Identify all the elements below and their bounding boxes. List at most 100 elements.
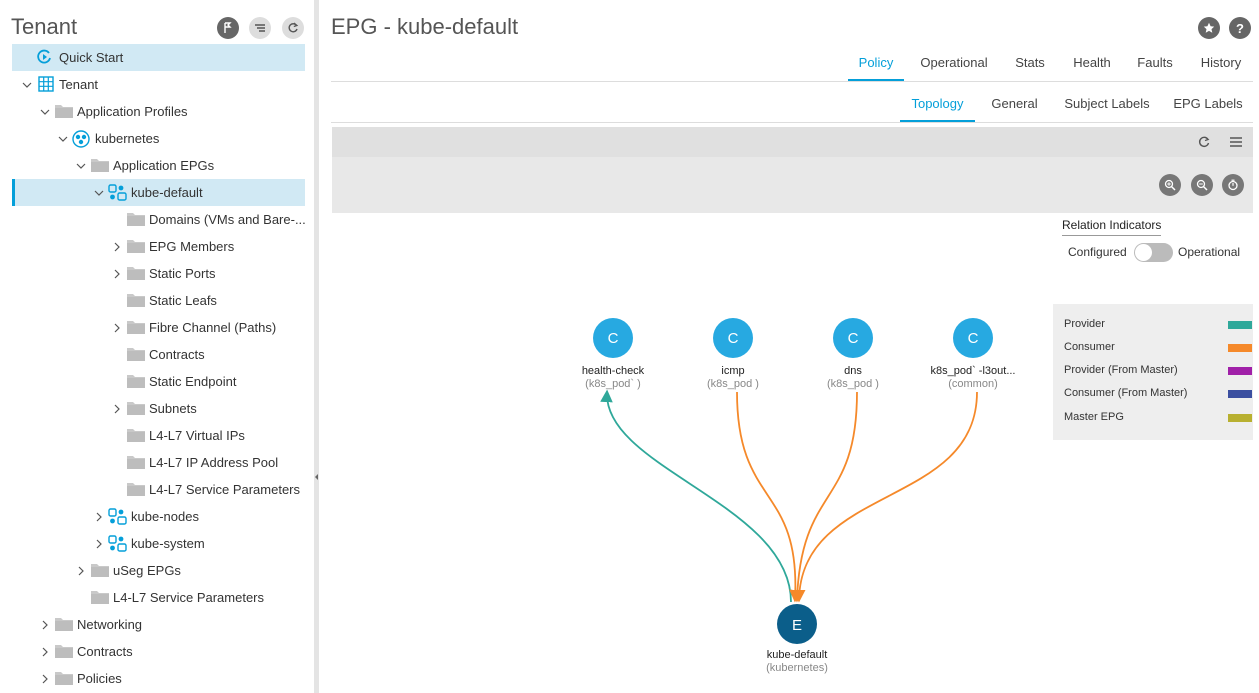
tree-item-useg-epgs[interactable]: uSeg EPGs — [0, 557, 306, 584]
tree-item-app-l4-l7-service-parameters[interactable]: L4-L7 Service Parameters — [0, 584, 306, 611]
tree-item-l4-l7-virtual-ips[interactable]: L4-L7 Virtual IPs — [0, 422, 306, 449]
tenant-icon — [37, 76, 57, 92]
tree-item-label: Contracts — [77, 644, 133, 659]
contract-node[interactable]: Chealth-check(k8s_pod` ) — [582, 318, 645, 390]
refresh-icon[interactable] — [282, 17, 304, 39]
tree-item-application-profiles[interactable]: Application Profiles — [0, 98, 306, 125]
consumer-edge — [792, 391, 978, 603]
folder-icon — [126, 427, 146, 443]
tree-item-quick-start[interactable]: Quick Start — [12, 44, 305, 71]
contract-node-name: icmp — [721, 365, 744, 377]
tree-item-label: Application Profiles — [77, 104, 188, 119]
folder-icon — [126, 454, 146, 470]
tree-item-label: uSeg EPGs — [113, 563, 181, 578]
tree-item-label: kube-default — [131, 185, 203, 200]
tree-item-label: L4-L7 IP Address Pool — [149, 455, 279, 470]
tree-item-kubernetes[interactable]: kubernetes — [0, 125, 306, 152]
folder-icon — [90, 589, 110, 605]
chevron-down-icon[interactable] — [94, 188, 104, 198]
epg-node[interactable]: Ekube-default(kubernetes) — [766, 604, 828, 674]
contract-node-scope: (common) — [948, 378, 998, 390]
tree-item-contracts-root[interactable]: Contracts — [0, 638, 306, 665]
epg-icon — [108, 535, 128, 552]
chevron-right-icon[interactable] — [112, 269, 122, 279]
tree-item-static-leafs[interactable]: Static Leafs — [0, 287, 306, 314]
filter-icon[interactable] — [249, 17, 271, 39]
chevron-right-icon[interactable] — [76, 566, 86, 576]
chevron-right-icon[interactable] — [40, 620, 50, 630]
folder-icon — [126, 346, 146, 362]
folder-icon — [126, 292, 146, 308]
chevron-down-icon[interactable] — [22, 80, 32, 90]
contract-node-letter: C — [848, 330, 859, 347]
tree-item-label: Application EPGs — [113, 158, 215, 173]
chevron-down-icon[interactable] — [40, 107, 50, 117]
folder-icon — [54, 616, 74, 632]
application-profile-icon — [72, 130, 92, 148]
folder-icon — [90, 157, 110, 173]
tree-item-label: Networking — [77, 617, 143, 632]
chevron-right-icon[interactable] — [94, 539, 104, 549]
tree-item-domains[interactable]: Domains (VMs and Bare-... — [0, 206, 306, 233]
contract-node-scope: (k8s_pod ) — [707, 378, 759, 390]
folder-icon — [126, 481, 146, 497]
folder-icon — [126, 319, 146, 335]
tree-item-kube-system[interactable]: kube-system — [0, 530, 306, 557]
consumer-edge — [791, 391, 858, 603]
contract-node[interactable]: Cdns(k8s_pod ) — [827, 318, 879, 390]
chevron-right-icon[interactable] — [94, 512, 104, 522]
folder-icon — [90, 562, 110, 578]
chevron-down-icon[interactable] — [76, 161, 86, 171]
navigation-pane: Tenant Quick Start Tenant Application Prof… — [0, 0, 314, 693]
tree-item-tenant[interactable]: Tenant — [0, 71, 306, 98]
contract-node-scope: (k8s_pod ) — [827, 378, 879, 390]
chevron-right-icon[interactable] — [112, 242, 122, 252]
epg-node-name: kube-default — [767, 649, 828, 661]
tree-item-policies[interactable]: Policies — [0, 665, 306, 692]
epg-node-letter: E — [792, 617, 802, 634]
contract-node-name: dns — [844, 365, 862, 377]
tree-item-label: Contracts — [149, 347, 205, 362]
tree-item-label: Tenant — [59, 77, 99, 92]
tree-item-static-ports[interactable]: Static Ports — [0, 260, 306, 287]
folder-icon — [126, 265, 146, 281]
folder-icon — [126, 211, 146, 227]
tree-item-label: kube-nodes — [131, 509, 199, 524]
tree-item-label: kube-system — [131, 536, 205, 551]
provider-edge — [600, 389, 792, 603]
epg-icon — [108, 508, 128, 525]
tree-item-label: Static Ports — [149, 266, 216, 281]
tree-item-epg-members[interactable]: EPG Members — [0, 233, 306, 260]
nav-title: Tenant — [11, 14, 78, 39]
folder-icon — [54, 670, 74, 686]
folder-icon — [126, 400, 146, 416]
chevron-right-icon[interactable] — [40, 647, 50, 657]
chevron-right-icon[interactable] — [112, 404, 122, 414]
main-pane: EPG - kube-default ? Policy Operational … — [319, 0, 1259, 693]
contract-node-name: health-check — [582, 365, 645, 377]
contract-node[interactable]: Ck8s_pod` -l3out...(common) — [931, 318, 1016, 390]
tree-item-l4-l7-service-parameters[interactable]: L4-L7 Service Parameters — [0, 476, 306, 503]
tree-item-fibre-channel[interactable]: Fibre Channel (Paths) — [0, 314, 306, 341]
contract-node[interactable]: Cicmp(k8s_pod ) — [707, 318, 759, 390]
chevron-right-icon[interactable] — [112, 323, 122, 333]
tree-item-label: Policies — [77, 671, 122, 686]
tenant-actions-icon[interactable] — [217, 17, 239, 39]
collapse-pane-icon[interactable] — [315, 470, 318, 484]
tree-item-label: Subnets — [149, 401, 197, 416]
folder-icon — [126, 373, 146, 389]
tree-item-label: Static Endpoint — [149, 374, 237, 389]
epg-node-scope: (kubernetes) — [766, 662, 828, 674]
tree-item-networking[interactable]: Networking — [0, 611, 306, 638]
tree-item-kube-default[interactable]: kube-default — [12, 179, 305, 206]
contract-node-letter: C — [728, 330, 739, 347]
tree-item-application-epgs[interactable]: Application EPGs — [0, 152, 306, 179]
chevron-down-icon[interactable] — [58, 134, 68, 144]
tree-item-contracts[interactable]: Contracts — [0, 341, 306, 368]
tree-item-label: kubernetes — [95, 131, 160, 146]
tree-item-subnets[interactable]: Subnets — [0, 395, 306, 422]
tree-item-static-endpoint[interactable]: Static Endpoint — [0, 368, 306, 395]
chevron-right-icon[interactable] — [40, 674, 50, 684]
tree-item-l4-l7-ip-address-pool[interactable]: L4-L7 IP Address Pool — [0, 449, 306, 476]
tree-item-kube-nodes[interactable]: kube-nodes — [0, 503, 306, 530]
